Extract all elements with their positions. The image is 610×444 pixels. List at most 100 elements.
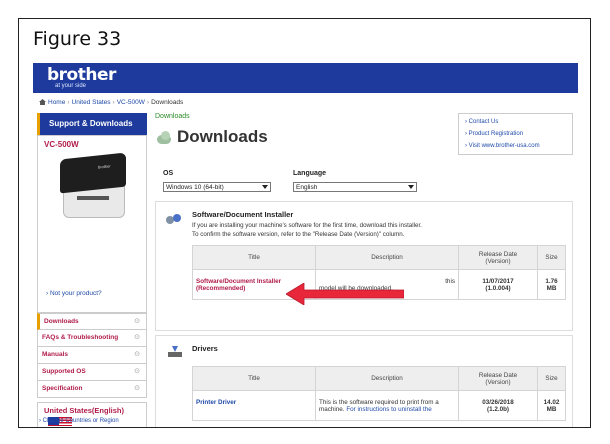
breadcrumb: Home › United States › VC-500W › Downloads (39, 99, 183, 106)
quick-links: › Contact Us › Product Registration › Vi… (458, 113, 573, 155)
breadcrumb-separator: › (67, 99, 70, 106)
figure-frame: Figure 33 brother at your side Home › Unit… (18, 18, 591, 428)
size-value: 1.76 (545, 277, 558, 285)
sidebar-title: Support & Downloads (37, 113, 147, 135)
change-region-label: Change Countries or Region (42, 418, 119, 424)
size-unit: MB (546, 284, 557, 292)
sidebar-nav: Downloads ⊙ FAQs & Troubleshooting ⊙ Manua… (37, 313, 147, 398)
annotation-arrow-icon (286, 283, 404, 305)
breadcrumb-model[interactable]: VC-500W (117, 99, 145, 106)
product-model: VC-500W (44, 140, 79, 149)
arrow-shape (286, 283, 404, 305)
breadcrumb-current: Downloads (151, 99, 184, 106)
col-release-date: Release Date (Version) (458, 366, 538, 391)
header-line: (Version) (485, 378, 511, 386)
version: (1.0.004) (485, 284, 511, 292)
sidebar-item-manuals[interactable]: Manuals ⊙ (37, 347, 147, 364)
language-value: English (296, 184, 318, 191)
sidebar-item-specification[interactable]: Specification ⊙ (37, 381, 147, 398)
sidebar-item-supported-os[interactable]: Supported OS ⊙ (37, 364, 147, 381)
breadcrumb-country[interactable]: United States (72, 99, 111, 106)
table-header-row: Title Description Release Date (Version) … (192, 366, 566, 391)
breadcrumb-separator: › (146, 99, 150, 106)
sidebar: Support & Downloads VC-500W brother › No… (37, 113, 147, 427)
main-content: Downloads Downloads › Contact Us › Produ… (155, 113, 575, 427)
col-title: Title (192, 245, 316, 270)
download-cloud-icon (155, 131, 173, 145)
section-title: Software/Document Installer (192, 210, 294, 219)
visit-brother-usa-link[interactable]: › Visit www.brother-usa.com (465, 143, 540, 149)
figure-title: Figure 33 (33, 28, 122, 50)
driver-link-cell[interactable]: Printer Driver (192, 390, 316, 421)
section-description: If you are installing your machine's sof… (192, 222, 422, 239)
installer-icon (166, 214, 182, 226)
content-crumb: Downloads (155, 113, 190, 120)
drivers-section: Drivers Title Description Release Date (V… (155, 335, 573, 427)
os-select[interactable]: Windows 10 (64-bit) (163, 182, 271, 192)
size-unit: MB (546, 405, 557, 413)
release-date: 03/26/2018 (482, 398, 514, 406)
os-label: OS (163, 170, 174, 177)
size-cell: 14.02 MB (537, 390, 566, 421)
sidebar-item-label: Manuals (42, 351, 69, 358)
not-your-product-link[interactable]: › Not your product? (46, 290, 102, 297)
not-your-product-label: Not your product? (49, 290, 102, 297)
contact-us-link[interactable]: › Contact Us (465, 119, 498, 125)
header-line: Release Date (478, 250, 518, 258)
size-cell: 1.76 MB (537, 269, 566, 300)
brother-logo[interactable]: brother (47, 65, 116, 85)
col-description: Description (315, 366, 459, 391)
expand-icon[interactable]: ⊙ (134, 330, 140, 346)
home-icon (39, 99, 46, 105)
header-line: (Version) (485, 257, 511, 265)
description-text: machine. (319, 405, 347, 413)
header-line: Release Date (478, 371, 518, 379)
sidebar-item-label: Specification (42, 385, 83, 392)
printer-slot (77, 196, 109, 200)
link-label: Contact Us (468, 119, 499, 125)
printer-image: brother (60, 152, 126, 218)
site-header: brother at your side (33, 63, 578, 93)
product-registration-link[interactable]: › Product Registration (465, 131, 523, 137)
sidebar-item-faqs[interactable]: FAQs & Troubleshooting ⊙ (37, 330, 147, 347)
software-installer-section: Software/Document Installer If you are i… (155, 201, 573, 331)
sidebar-item-label: FAQs & Troubleshooting (42, 334, 119, 341)
language-select[interactable]: English (293, 182, 417, 192)
size-value: 14.02 (543, 398, 560, 406)
col-size: Size (537, 366, 566, 391)
region-box: United States(English) (37, 402, 147, 427)
printer-top (60, 152, 126, 194)
chevron-down-icon (262, 185, 268, 189)
screenshot: brother at your side Home › United States ›… (33, 63, 578, 427)
logo-tagline: at your side (55, 83, 87, 89)
link-label: Product Registration (468, 131, 524, 137)
change-region-link[interactable]: › Change Countries or Region (39, 418, 119, 424)
uninstall-instructions-link[interactable]: For instructions to uninstall the (346, 406, 431, 413)
breadcrumb-separator: › (112, 99, 115, 106)
table-header-row: Title Description Release Date (Version) … (192, 245, 566, 270)
release-date: 11/07/2017 (482, 277, 514, 285)
description-line: To confirm the software version, refer t… (192, 230, 405, 238)
description-line: If you are installing your machine's sof… (192, 222, 422, 229)
col-title: Title (192, 366, 316, 391)
expand-icon[interactable]: ⊙ (134, 381, 140, 397)
chevron-down-icon (408, 185, 414, 189)
product-box: VC-500W brother › Not your product? (37, 135, 147, 313)
expand-icon[interactable]: ⊙ (134, 364, 140, 380)
breadcrumb-home[interactable]: Home (48, 99, 65, 106)
col-description: Description (315, 245, 459, 270)
printer-driver-link[interactable]: Printer Driver (196, 399, 312, 406)
region-title: United States(English) (44, 406, 125, 415)
col-release-date: Release Date (Version) (458, 245, 538, 270)
expand-icon[interactable]: ⊙ (134, 314, 140, 330)
drivers-table: Title Description Release Date (Version) … (192, 366, 566, 421)
language-label: Language (293, 170, 327, 177)
section-title: Drivers (192, 344, 218, 353)
sidebar-item-label: Supported OS (42, 368, 86, 375)
os-value: Windows 10 (64-bit) (166, 184, 224, 191)
driver-download-icon (166, 346, 182, 358)
link-label: Visit www.brother-usa.com (468, 143, 540, 149)
sidebar-item-downloads[interactable]: Downloads ⊙ (37, 313, 147, 330)
expand-icon[interactable]: ⊙ (134, 347, 140, 363)
